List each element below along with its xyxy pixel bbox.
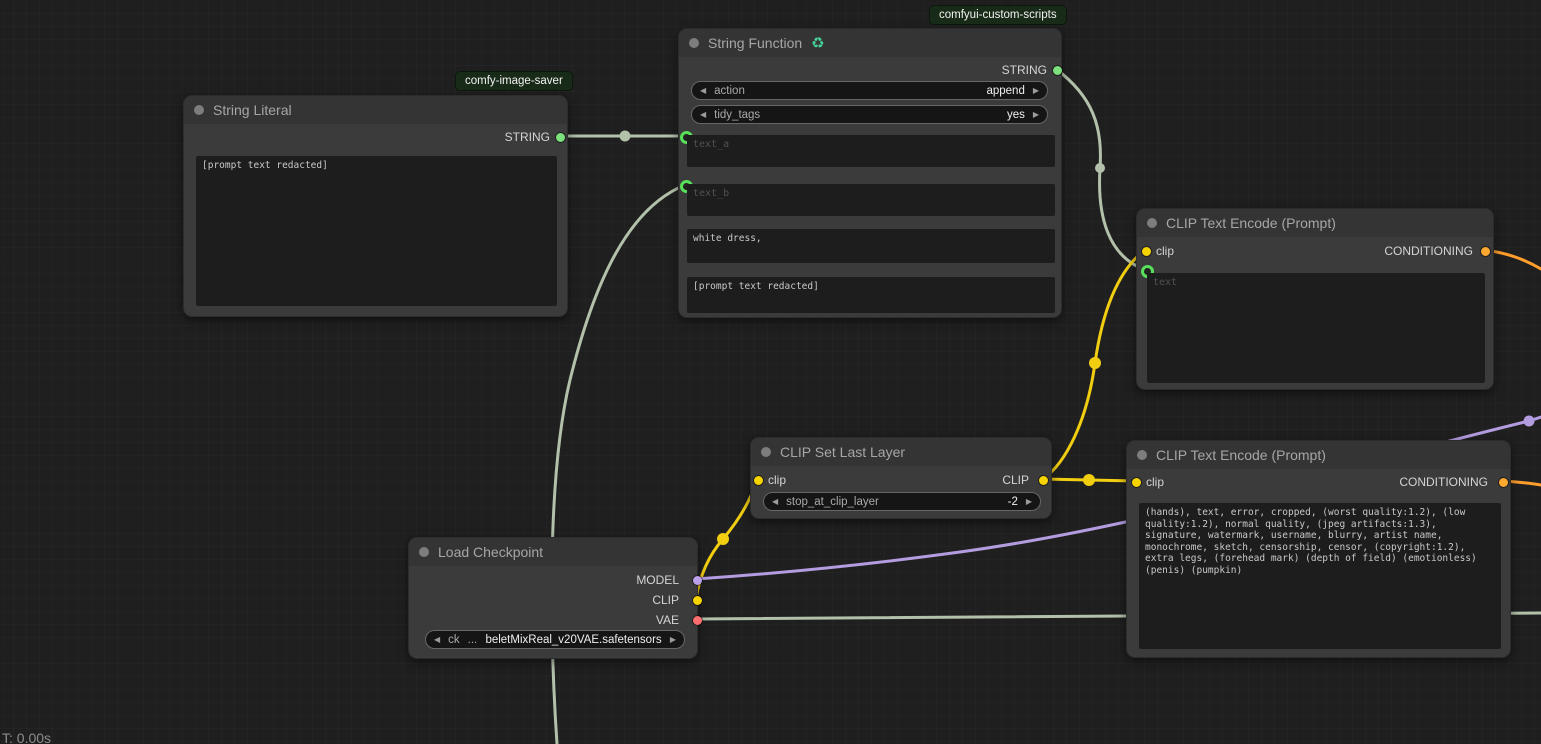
- output-label-conditioning: CONDITIONING: [1399, 475, 1488, 489]
- widget-name: stop_at_clip_layer: [786, 496, 1007, 508]
- result-text-field[interactable]: [prompt text redacted]: [687, 277, 1055, 313]
- node-title: String Function: [708, 35, 802, 51]
- node-clip-text-encode-negative[interactable]: CLIP Text Encode (Prompt) clip CONDITION…: [1126, 440, 1511, 658]
- output-port-string[interactable]: [1053, 66, 1062, 75]
- collapse-dot-icon[interactable]: [761, 447, 771, 457]
- node-title-bar[interactable]: Load Checkpoint: [409, 538, 697, 566]
- output-port-string[interactable]: [556, 133, 565, 142]
- link-dot: [1089, 357, 1101, 369]
- output-port-vae[interactable]: [693, 616, 702, 625]
- output-label-string: STRING: [505, 130, 550, 144]
- collapse-dot-icon[interactable]: [1147, 218, 1157, 228]
- input-port-clip[interactable]: [754, 476, 763, 485]
- widget-value: -2: [1008, 496, 1018, 508]
- node-string-function[interactable]: String Function ♻ STRING ◀ action append…: [678, 28, 1062, 318]
- input-label-clip: clip: [768, 473, 786, 487]
- output-label-vae: VAE: [656, 613, 679, 627]
- node-title-bar[interactable]: String Literal: [184, 96, 567, 124]
- node-string-literal[interactable]: String Literal STRING [prompt text redac…: [183, 95, 568, 317]
- widget-ellipsis: ...: [468, 634, 478, 646]
- input-port-clip[interactable]: [1132, 478, 1141, 487]
- node-title-bar[interactable]: String Function ♻: [679, 29, 1061, 57]
- output-label-string: STRING: [1002, 63, 1047, 77]
- increment-arrow-icon[interactable]: ▶: [1033, 87, 1039, 95]
- decrement-arrow-icon[interactable]: ◀: [700, 111, 706, 119]
- widget-name: action: [714, 85, 986, 97]
- widget-name: ck: [448, 634, 460, 646]
- node-clip-text-encode-positive[interactable]: CLIP Text Encode (Prompt) clip CONDITION…: [1136, 208, 1494, 390]
- output-label-clip: CLIP: [1002, 473, 1029, 487]
- node-title-bar[interactable]: CLIP Set Last Layer: [751, 438, 1051, 466]
- node-title: CLIP Text Encode (Prompt): [1156, 447, 1326, 463]
- timing-status-text: T: 0.00s: [2, 730, 51, 744]
- link-dot: [620, 131, 631, 142]
- text-a-field[interactable]: text_a: [687, 135, 1055, 167]
- node-graph-canvas[interactable]: comfy-image-saver comfyui-custom-scripts…: [0, 0, 1541, 744]
- badge-comfyui-custom-scripts: comfyui-custom-scripts: [929, 5, 1067, 25]
- widget-tidy-tags[interactable]: ◀ tidy_tags yes ▶: [691, 105, 1048, 124]
- output-port-clip[interactable]: [1039, 476, 1048, 485]
- badge-comfy-image-saver: comfy-image-saver: [455, 71, 573, 91]
- node-title: Load Checkpoint: [438, 544, 543, 560]
- text-c-field[interactable]: white dress,: [687, 229, 1055, 263]
- output-port-clip[interactable]: [693, 596, 702, 605]
- link-dot: [1083, 474, 1095, 486]
- custom-scripts-swirl-icon: ♻: [811, 36, 824, 51]
- output-port-conditioning[interactable]: [1499, 478, 1508, 487]
- negative-prompt-field[interactable]: (hands), text, error, cropped, (worst qu…: [1139, 503, 1501, 649]
- widget-value: append: [986, 85, 1024, 97]
- widget-value: beletMixReal_v20VAE.safetensors: [477, 634, 670, 646]
- node-title-bar[interactable]: CLIP Text Encode (Prompt): [1127, 441, 1510, 469]
- input-label-clip: clip: [1156, 244, 1174, 258]
- widget-value: yes: [1007, 109, 1025, 121]
- string-literal-text-field[interactable]: [prompt text redacted]: [196, 156, 557, 306]
- link-dot: [1524, 416, 1535, 427]
- node-title: String Literal: [213, 102, 292, 118]
- output-label-model: MODEL: [636, 573, 679, 587]
- decrement-arrow-icon[interactable]: ◀: [434, 636, 440, 644]
- increment-arrow-icon[interactable]: ▶: [670, 636, 676, 644]
- widget-ckpt-name[interactable]: ◀ ck ... beletMixReal_v20VAE.safetensors…: [425, 630, 685, 649]
- widget-stop-at-clip-layer[interactable]: ◀ stop_at_clip_layer -2 ▶: [763, 492, 1041, 511]
- link-dot: [1095, 163, 1105, 173]
- text-field[interactable]: text: [1147, 273, 1485, 383]
- node-title: CLIP Text Encode (Prompt): [1166, 215, 1336, 231]
- node-load-checkpoint[interactable]: Load Checkpoint MODEL CLIP VAE ◀ ck ... …: [408, 537, 698, 659]
- widget-name: tidy_tags: [714, 109, 1007, 121]
- output-port-conditioning[interactable]: [1481, 247, 1490, 256]
- output-port-model[interactable]: [693, 576, 702, 585]
- input-label-clip: clip: [1146, 475, 1164, 489]
- collapse-dot-icon[interactable]: [689, 38, 699, 48]
- link-dot: [717, 533, 729, 545]
- decrement-arrow-icon[interactable]: ◀: [772, 498, 778, 506]
- output-label-conditioning: CONDITIONING: [1384, 244, 1473, 258]
- widget-action[interactable]: ◀ action append ▶: [691, 81, 1048, 100]
- node-title: CLIP Set Last Layer: [780, 444, 905, 460]
- node-clip-set-last-layer[interactable]: CLIP Set Last Layer clip CLIP ◀ stop_at_…: [750, 437, 1052, 519]
- text-b-field[interactable]: text_b: [687, 184, 1055, 216]
- input-port-clip[interactable]: [1142, 247, 1151, 256]
- decrement-arrow-icon[interactable]: ◀: [700, 87, 706, 95]
- node-title-bar[interactable]: CLIP Text Encode (Prompt): [1137, 209, 1493, 237]
- link-offscreen-to-text-b: [552, 185, 685, 744]
- increment-arrow-icon[interactable]: ▶: [1026, 498, 1032, 506]
- output-label-clip: CLIP: [652, 593, 679, 607]
- collapse-dot-icon[interactable]: [419, 547, 429, 557]
- increment-arrow-icon[interactable]: ▶: [1033, 111, 1039, 119]
- collapse-dot-icon[interactable]: [194, 105, 204, 115]
- collapse-dot-icon[interactable]: [1137, 450, 1147, 460]
